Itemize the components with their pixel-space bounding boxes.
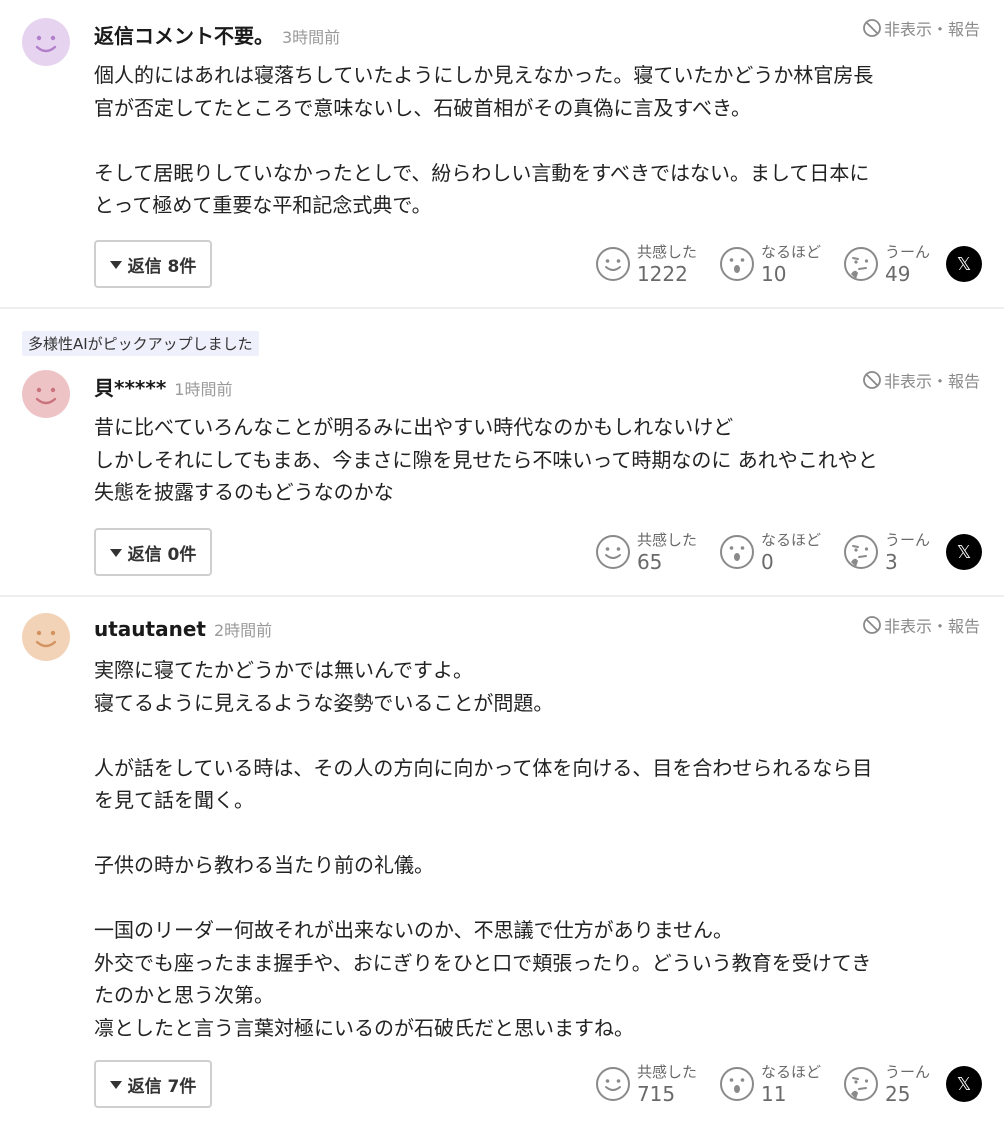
thinking-icon xyxy=(843,247,878,281)
comment-time: 2時間前 xyxy=(213,621,273,640)
reply-toggle-button[interactable]: 返信 7件 xyxy=(94,1060,212,1108)
triangle-down-icon xyxy=(109,1081,122,1089)
comment-time: 3時間前 xyxy=(282,28,341,47)
smile-icon xyxy=(595,1067,630,1101)
smile-icon xyxy=(595,535,630,569)
surprised-icon xyxy=(719,535,754,569)
comment-body: 実際に寝てたかどうかでは無いんですよ。 寝てるように見えるような姿勢でいることが… xyxy=(94,658,873,1040)
x-logo-icon: 𝕏 xyxy=(956,253,972,275)
x-share-button[interactable]: 𝕏 xyxy=(946,1066,982,1102)
avatar[interactable] xyxy=(22,18,70,66)
hide-report-link[interactable]: 非表示・報告 xyxy=(862,613,980,637)
smile-icon xyxy=(595,247,630,281)
triangle-down-icon xyxy=(109,261,122,269)
triangle-down-icon xyxy=(109,549,122,557)
comment-item: 多様性AIがピックアップしました 貝***** 1時間前 非表示・報告 昔に比べて… xyxy=(0,309,1004,595)
comment-body: 個人的にはあれは寝落ちしていたようにしか見えなかった。寝ていたかどうか林官房長 … xyxy=(94,63,874,217)
block-icon xyxy=(863,371,881,389)
hide-report-link[interactable]: 非表示・報告 xyxy=(862,16,980,40)
block-icon xyxy=(863,616,881,634)
reply-toggle-button[interactable]: 返信 0件 xyxy=(94,528,212,576)
comment-item: 返信コメント不要。 3時間前 非表示・報告 個人的にはあれは寝落ちしていたようにし… xyxy=(0,0,1004,307)
reaction-bar: 共感した 65 なるほど 0 うーん 3 𝕏 xyxy=(595,527,982,577)
comment-item: utautanet 2時間前 非表示・報告 実際に寝てたかどうかでは無いんですよ。… xyxy=(0,597,1004,1124)
x-share-button[interactable]: 𝕏 xyxy=(946,534,982,570)
comment-author[interactable]: utautanet 2時間前 xyxy=(94,617,272,641)
surprised-icon xyxy=(719,247,754,281)
reaction-insightful-button[interactable]: なるほど 10 xyxy=(719,244,821,284)
reaction-insightful-button[interactable]: なるほど 11 xyxy=(719,1064,821,1104)
thinking-icon xyxy=(843,1067,878,1101)
reaction-bar: 共感した 715 なるほど 11 うーん 25 𝕏 xyxy=(595,1059,982,1109)
smiley-avatar-icon xyxy=(22,370,70,418)
reaction-hmm-button[interactable]: うーん 3 xyxy=(843,532,930,572)
comment-body: 昔に比べていろんなことが明るみに出やすい時代なのかもしれないけど しかしそれにし… xyxy=(94,415,878,504)
block-icon xyxy=(863,19,881,37)
thinking-icon xyxy=(843,535,878,569)
avatar[interactable] xyxy=(22,613,70,661)
avatar[interactable] xyxy=(22,370,70,418)
reaction-hmm-button[interactable]: うーん 49 xyxy=(843,244,930,284)
smiley-avatar-icon xyxy=(22,18,70,66)
reaction-hmm-button[interactable]: うーん 25 xyxy=(843,1064,930,1104)
comment-author[interactable]: 貝***** 1時間前 xyxy=(94,372,232,401)
reply-toggle-button[interactable]: 返信 8件 xyxy=(94,240,212,288)
hide-report-link[interactable]: 非表示・報告 xyxy=(862,368,980,392)
reaction-agree-button[interactable]: 共感した 1222 xyxy=(595,244,697,284)
smiley-avatar-icon xyxy=(22,613,70,661)
surprised-icon xyxy=(719,1067,754,1101)
x-share-button[interactable]: 𝕏 xyxy=(946,246,982,282)
x-logo-icon: 𝕏 xyxy=(956,1073,972,1095)
comment-author[interactable]: 返信コメント不要。 3時間前 xyxy=(94,20,340,49)
reaction-bar: 共感した 1222 なるほど 10 うーん 49 𝕏 xyxy=(595,239,982,289)
ai-pick-badge: 多様性AIがピックアップしました xyxy=(22,331,259,356)
reaction-agree-button[interactable]: 共感した 715 xyxy=(595,1064,697,1104)
reaction-insightful-button[interactable]: なるほど 0 xyxy=(719,532,821,572)
comment-time: 1時間前 xyxy=(174,380,233,399)
reaction-agree-button[interactable]: 共感した 65 xyxy=(595,532,697,572)
x-logo-icon: 𝕏 xyxy=(956,541,972,563)
